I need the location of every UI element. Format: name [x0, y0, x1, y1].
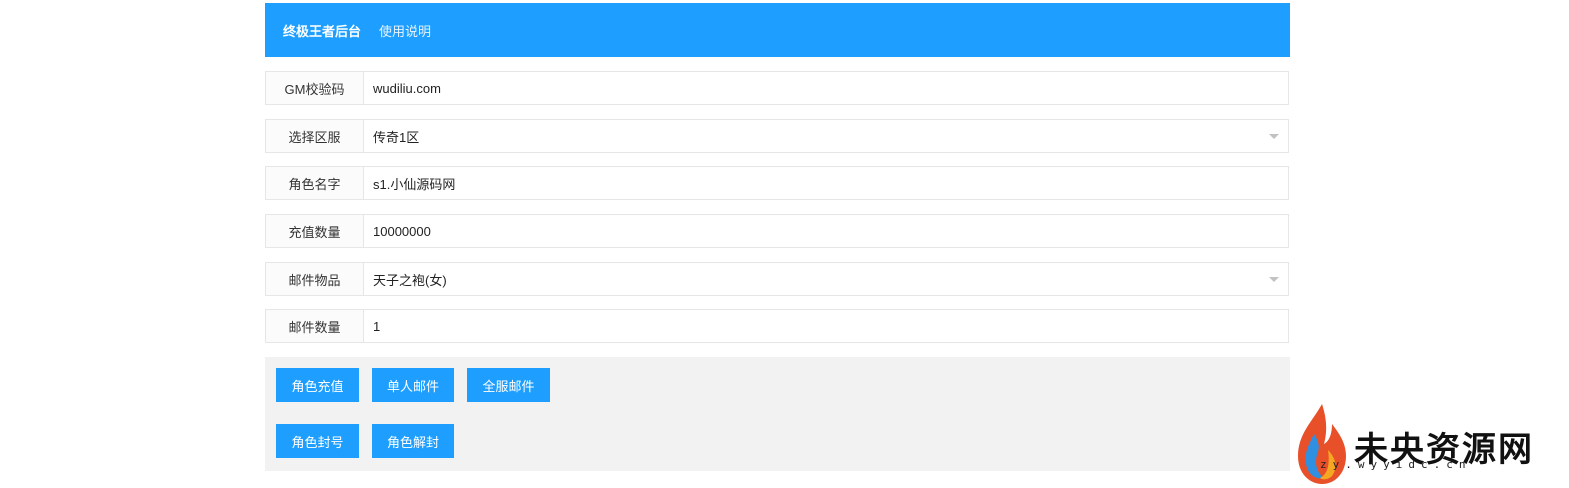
server-mail-button[interactable]: 全服邮件: [467, 368, 550, 402]
chevron-down-icon: [1269, 277, 1279, 282]
gm-code-row: GM校验码 wudiliu.com: [265, 71, 1289, 105]
admin-panel: 终极王者后台 使用说明 GM校验码 wudiliu.com 选择区服 传奇1区 …: [265, 3, 1290, 471]
watermark-logo: 未央资源网 zy.wyyidc.cn: [1292, 400, 1562, 486]
mail-quantity-label: 邮件数量: [266, 310, 364, 342]
top-nav: 终极王者后台 使用说明: [265, 3, 1290, 57]
help-link[interactable]: 使用说明: [379, 21, 431, 40]
role-name-input[interactable]: s1.小仙源码网: [364, 167, 1288, 199]
flame-icon: [1298, 404, 1346, 484]
unban-button[interactable]: 角色解封: [372, 424, 454, 458]
ban-button[interactable]: 角色封号: [276, 424, 359, 458]
gm-code-input[interactable]: wudiliu.com: [364, 72, 1288, 104]
action-panel: 角色充值 单人邮件 全服邮件 角色封号 角色解封: [265, 357, 1290, 471]
server-row: 选择区服 传奇1区: [265, 119, 1289, 153]
server-select[interactable]: 传奇1区: [364, 120, 1288, 152]
mail-quantity-input[interactable]: 1: [364, 310, 1288, 342]
recharge-amount-input[interactable]: 10000000: [364, 215, 1288, 247]
mail-item-select[interactable]: 天子之袍(女): [364, 263, 1288, 295]
mail-item-row: 邮件物品 天子之袍(女): [265, 262, 1289, 296]
gm-code-label: GM校验码: [266, 72, 364, 104]
watermark-url: zy.wyyidc.cn: [1320, 458, 1472, 471]
page: 终极王者后台 使用说明 GM校验码 wudiliu.com 选择区服 传奇1区 …: [0, 0, 1569, 488]
role-name-label: 角色名字: [266, 167, 364, 199]
recharge-button[interactable]: 角色充值: [276, 368, 359, 402]
mail-item-label: 邮件物品: [266, 263, 364, 295]
recharge-amount-label: 充值数量: [266, 215, 364, 247]
mail-item-select-value: 天子之袍(女): [373, 272, 447, 288]
mail-quantity-row: 邮件数量 1: [265, 309, 1289, 343]
single-mail-button[interactable]: 单人邮件: [372, 368, 454, 402]
chevron-down-icon: [1269, 134, 1279, 139]
server-label: 选择区服: [266, 120, 364, 152]
role-name-row: 角色名字 s1.小仙源码网: [265, 166, 1289, 200]
brand-title: 终极王者后台: [283, 23, 362, 39]
server-select-value: 传奇1区: [373, 129, 420, 145]
recharge-amount-row: 充值数量 10000000: [265, 214, 1289, 248]
